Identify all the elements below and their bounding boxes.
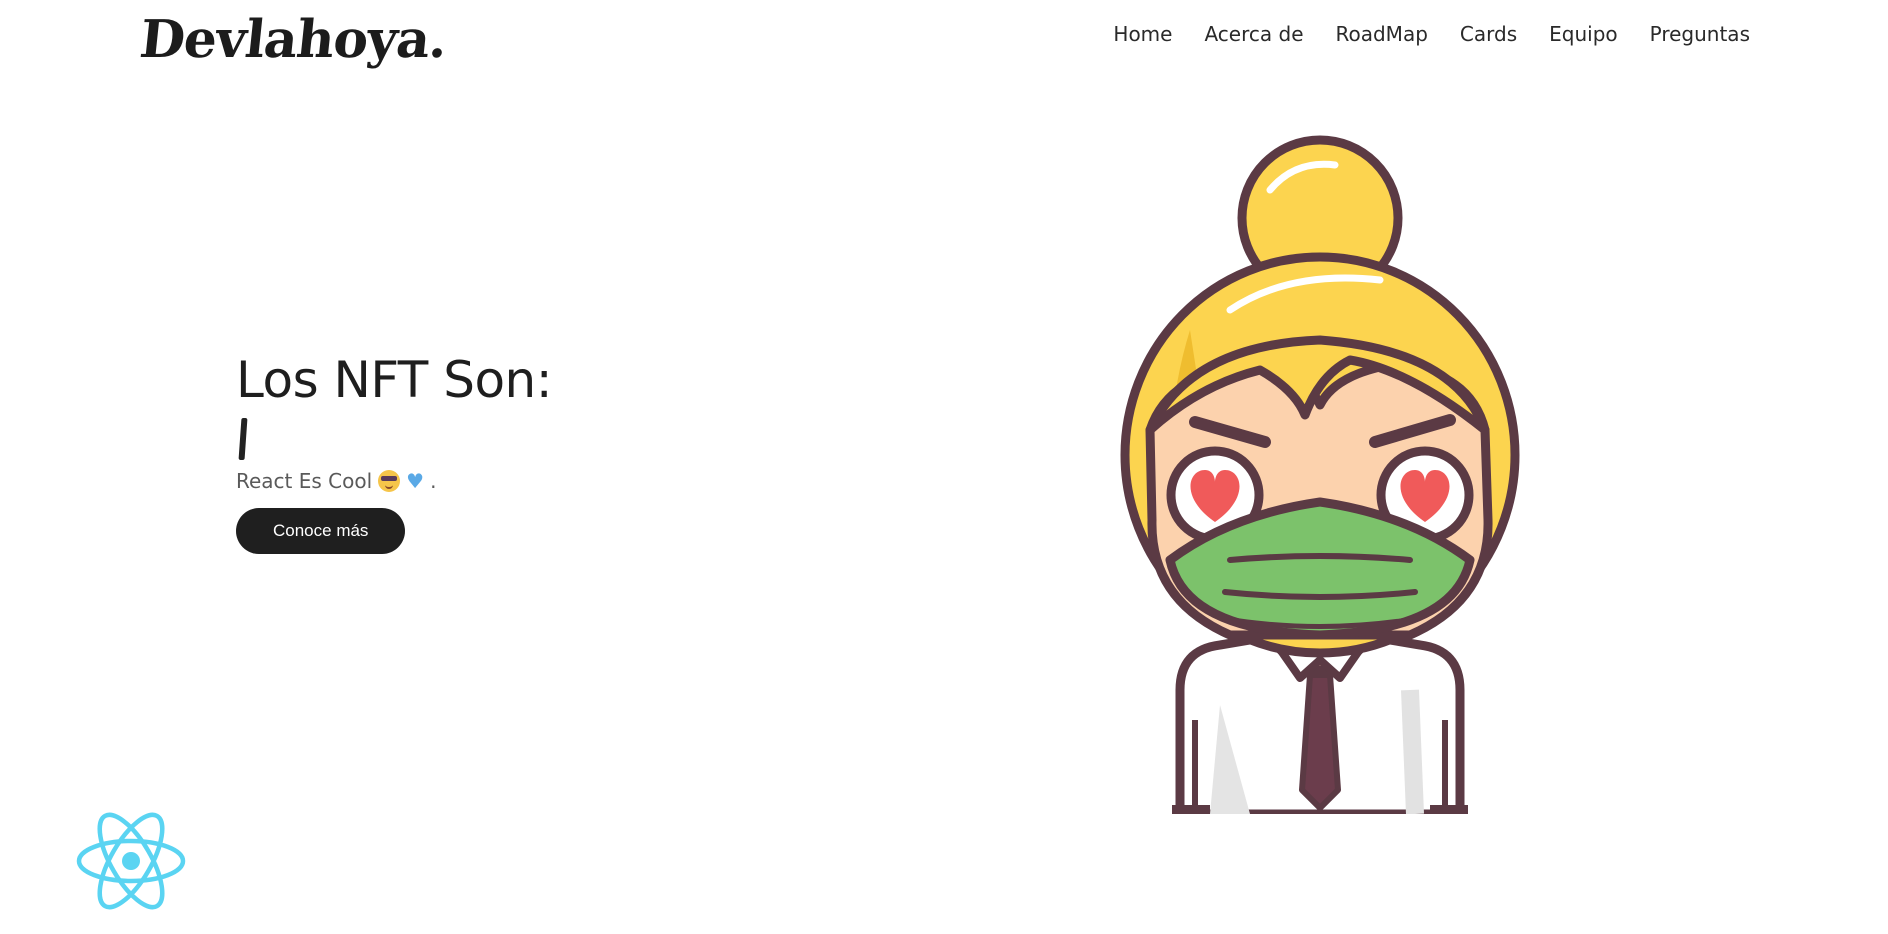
hero-subtitle-suffix: . [430,469,437,493]
nav-acerca-de[interactable]: Acerca de [1188,16,1319,52]
main-nav: Home Acerca de RoadMap Cards Equipo Preg… [1097,16,1766,52]
nav-equipo[interactable]: Equipo [1533,16,1634,52]
sunglasses-emoji-icon [378,470,401,492]
conoce-mas-button[interactable]: Conoce más [236,508,406,554]
nav-home[interactable]: Home [1097,16,1188,52]
hero-subtitle-text: React Es Cool [236,469,373,493]
site-logo[interactable]: Devlahoya. [136,0,451,80]
blue-heart-icon: ♥ [406,469,425,493]
react-logo-icon [76,812,186,910]
typing-cursor [238,418,248,460]
nav-preguntas[interactable]: Preguntas [1634,16,1766,52]
masked-girl-illustration [1120,135,1520,814]
nav-roadmap[interactable]: RoadMap [1320,16,1444,52]
hero-subtitle: React Es Cool ♥ . [236,468,552,494]
hero-title: Los NFT Son: [236,351,553,409]
nav-cards[interactable]: Cards [1444,16,1533,52]
hero-section: Los NFT Son: React Es Cool ♥ . Conoce má… [236,350,553,554]
